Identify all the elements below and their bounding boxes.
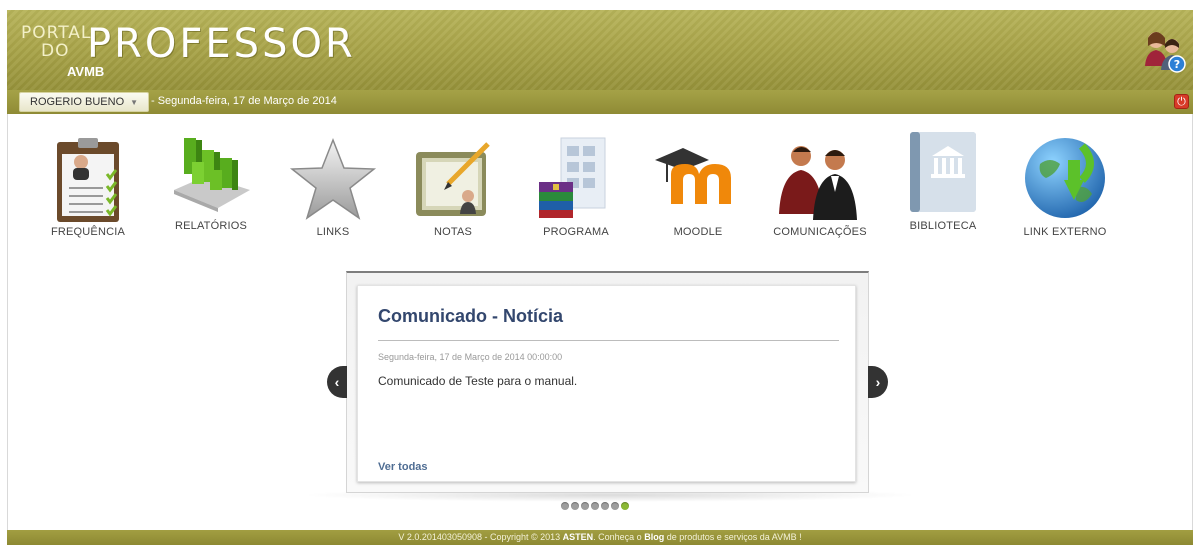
carousel-dot[interactable] <box>611 502 619 510</box>
carousel-dot[interactable] <box>571 502 579 510</box>
menu-item-relatorios[interactable]: RELATÓRIOS <box>163 128 259 238</box>
portal-logo[interactable]: PORTAL DO PROFESSOR AVMB <box>19 20 353 90</box>
carousel-dot[interactable] <box>581 502 589 510</box>
menu-item-comunicacoes[interactable]: COMUNICAÇÕES <box>772 134 868 244</box>
news-date: Segunda-feira, 17 de Março de 2014 00:00… <box>378 352 563 362</box>
footer-suffix: de produtos e serviços da AVMB ! <box>664 532 802 542</box>
menu-label-relatorios: RELATÓRIOS <box>174 220 248 232</box>
news-card: Comunicado - Notícia Segunda-feira, 17 d… <box>357 285 856 482</box>
footer-blog-link[interactable]: Blog <box>644 532 664 542</box>
carousel-frame: Comunicado - Notícia Segunda-feira, 17 d… <box>346 271 869 493</box>
news-carousel: Comunicado - Notícia Segunda-feira, 17 d… <box>346 271 869 493</box>
menu-item-frequencia[interactable]: FREQUÊNCIA <box>40 134 136 244</box>
menu-label-moodle: MOODLE <box>673 226 723 238</box>
view-all-link[interactable]: Ver todas <box>378 461 428 473</box>
grades-folder-icon <box>416 142 490 216</box>
carousel-dot[interactable] <box>601 502 609 510</box>
carousel-dot[interactable] <box>621 502 629 510</box>
library-book-icon <box>910 132 976 212</box>
carousel-dot[interactable] <box>591 502 599 510</box>
toolbar: ROGERIO BUENO ▼ - Segunda-feira, 17 de M… <box>7 90 1193 114</box>
menu-item-links[interactable]: LINKS <box>285 134 381 244</box>
news-body: Comunicado de Teste para o manual. <box>378 374 578 388</box>
menu-label-notas: NOTAS <box>433 226 473 238</box>
menu-item-biblioteca[interactable]: BIBLIOTECA <box>895 128 991 238</box>
user-dropdown[interactable]: ROGERIO BUENO ▼ <box>19 92 150 112</box>
header: PORTAL DO PROFESSOR AVMB ? <box>7 10 1193 90</box>
menu-label-link-externo: LINK EXTERNO <box>1023 226 1107 238</box>
people-communication-icon <box>779 146 857 220</box>
menu-item-link-externo[interactable]: LINK EXTERNO <box>1017 134 1113 244</box>
footer-brand-link[interactable]: ASTEN <box>563 532 594 542</box>
svg-text:?: ? <box>1174 58 1180 71</box>
star-icon <box>289 137 377 220</box>
attendance-clipboard-icon <box>57 138 119 222</box>
page: PORTAL DO PROFESSOR AVMB ? ROGERIO BUENO… <box>0 0 1200 545</box>
chevron-left-icon: ‹ <box>334 374 340 390</box>
main-menu: FREQUÊNCIA RELATÓRIOS LINKS NOTAS PROGRA… <box>40 132 1140 244</box>
footer-middle: . Conheça o <box>593 532 645 542</box>
chevron-down-icon: ▼ <box>130 97 139 107</box>
logo-professor-text: PROFESSOR <box>87 21 356 67</box>
logout-power-icon[interactable]: ⏻ <box>1174 94 1189 109</box>
menu-item-notas[interactable]: NOTAS <box>405 134 501 244</box>
footer: V 2.0.201403050908 - Copyright © 2013 AS… <box>7 530 1193 545</box>
menu-label-comunicacoes: COMUNICAÇÕES <box>773 226 867 238</box>
footer-version: V 2.0.201403050908 - Copyright © 2013 <box>398 532 563 542</box>
title-divider <box>378 340 839 341</box>
logo-portal-text: PORTAL <box>21 23 92 43</box>
menu-label-programa: PROGRAMA <box>543 226 609 238</box>
menu-item-programa[interactable]: PROGRAMA <box>528 134 624 244</box>
user-help-icon[interactable]: ? <box>1143 26 1187 74</box>
menu-label-frequencia: FREQUÊNCIA <box>50 226 126 238</box>
user-name: ROGERIO BUENO <box>30 96 125 108</box>
carousel-dot[interactable] <box>561 502 569 510</box>
menu-item-moodle[interactable]: MOODLE <box>650 134 746 244</box>
moodle-icon <box>655 148 731 204</box>
logo-do-text: DO <box>41 41 70 61</box>
news-title: Comunicado - Notícia <box>378 306 564 326</box>
menu-label-biblioteca: BIBLIOTECA <box>909 220 977 232</box>
menu-label-links: LINKS <box>316 226 350 238</box>
carousel-dots <box>561 502 629 512</box>
chevron-right-icon: › <box>875 374 881 390</box>
reports-chart-icon <box>174 138 250 212</box>
program-books-icon <box>539 137 606 218</box>
logo-avmb-text: AVMB <box>67 64 105 79</box>
current-date: - Segunda-feira, 17 de Março de 2014 <box>151 95 337 107</box>
globe-download-icon <box>1025 138 1105 218</box>
